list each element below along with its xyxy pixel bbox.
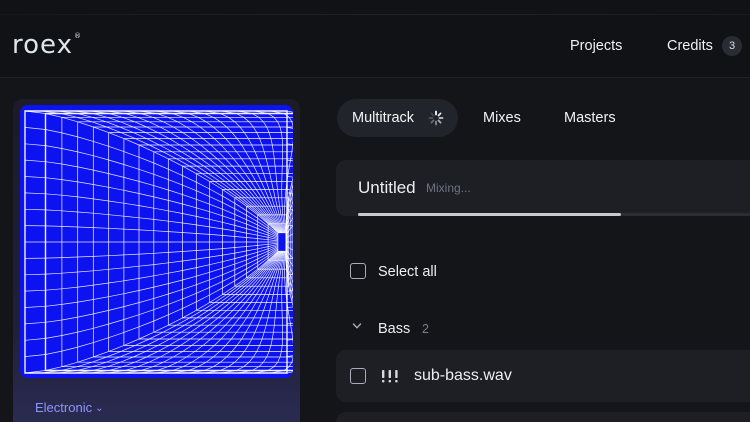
tab-mixes[interactable]: Mixes — [483, 110, 521, 126]
group-label-bass[interactable]: Bass — [378, 321, 410, 337]
drag-handle-icon[interactable] — [381, 369, 399, 383]
genre-dropdown[interactable]: Electronic ⌄ — [35, 400, 103, 415]
roex-logo[interactable]: roex® — [12, 30, 82, 60]
mixing-progress-fill — [358, 213, 621, 216]
track-checkbox[interactable] — [350, 368, 366, 384]
chevron-down-icon[interactable] — [352, 321, 362, 331]
tab-multitrack-label: Multitrack — [352, 110, 415, 126]
group-count-badge: 2 — [422, 322, 429, 336]
top-bar — [0, 0, 750, 78]
track-name: sub-bass.wav — [414, 367, 512, 384]
logo-registered-mark: ® — [73, 32, 82, 40]
nav-projects-link[interactable]: Projects — [570, 38, 622, 54]
select-all-checkbox[interactable] — [350, 263, 366, 279]
project-status: Mixing... — [426, 181, 471, 195]
select-all-label[interactable]: Select all — [378, 264, 437, 280]
tab-masters[interactable]: Masters — [564, 110, 616, 126]
track-row[interactable] — [336, 412, 750, 422]
loading-spinner-icon — [428, 110, 444, 126]
top-divider — [0, 14, 750, 15]
wireframe-tunnel-artwork — [20, 105, 293, 378]
nav-credits-link[interactable]: Credits — [667, 38, 713, 54]
genre-label: Electronic — [35, 400, 93, 415]
tab-multitrack[interactable]: Multitrack — [337, 99, 458, 137]
credits-count-badge: 3 — [722, 36, 742, 56]
chevron-down-icon: ⌄ — [95, 403, 104, 414]
logo-text: roex — [12, 30, 73, 60]
project-title: Untitled — [358, 178, 416, 197]
